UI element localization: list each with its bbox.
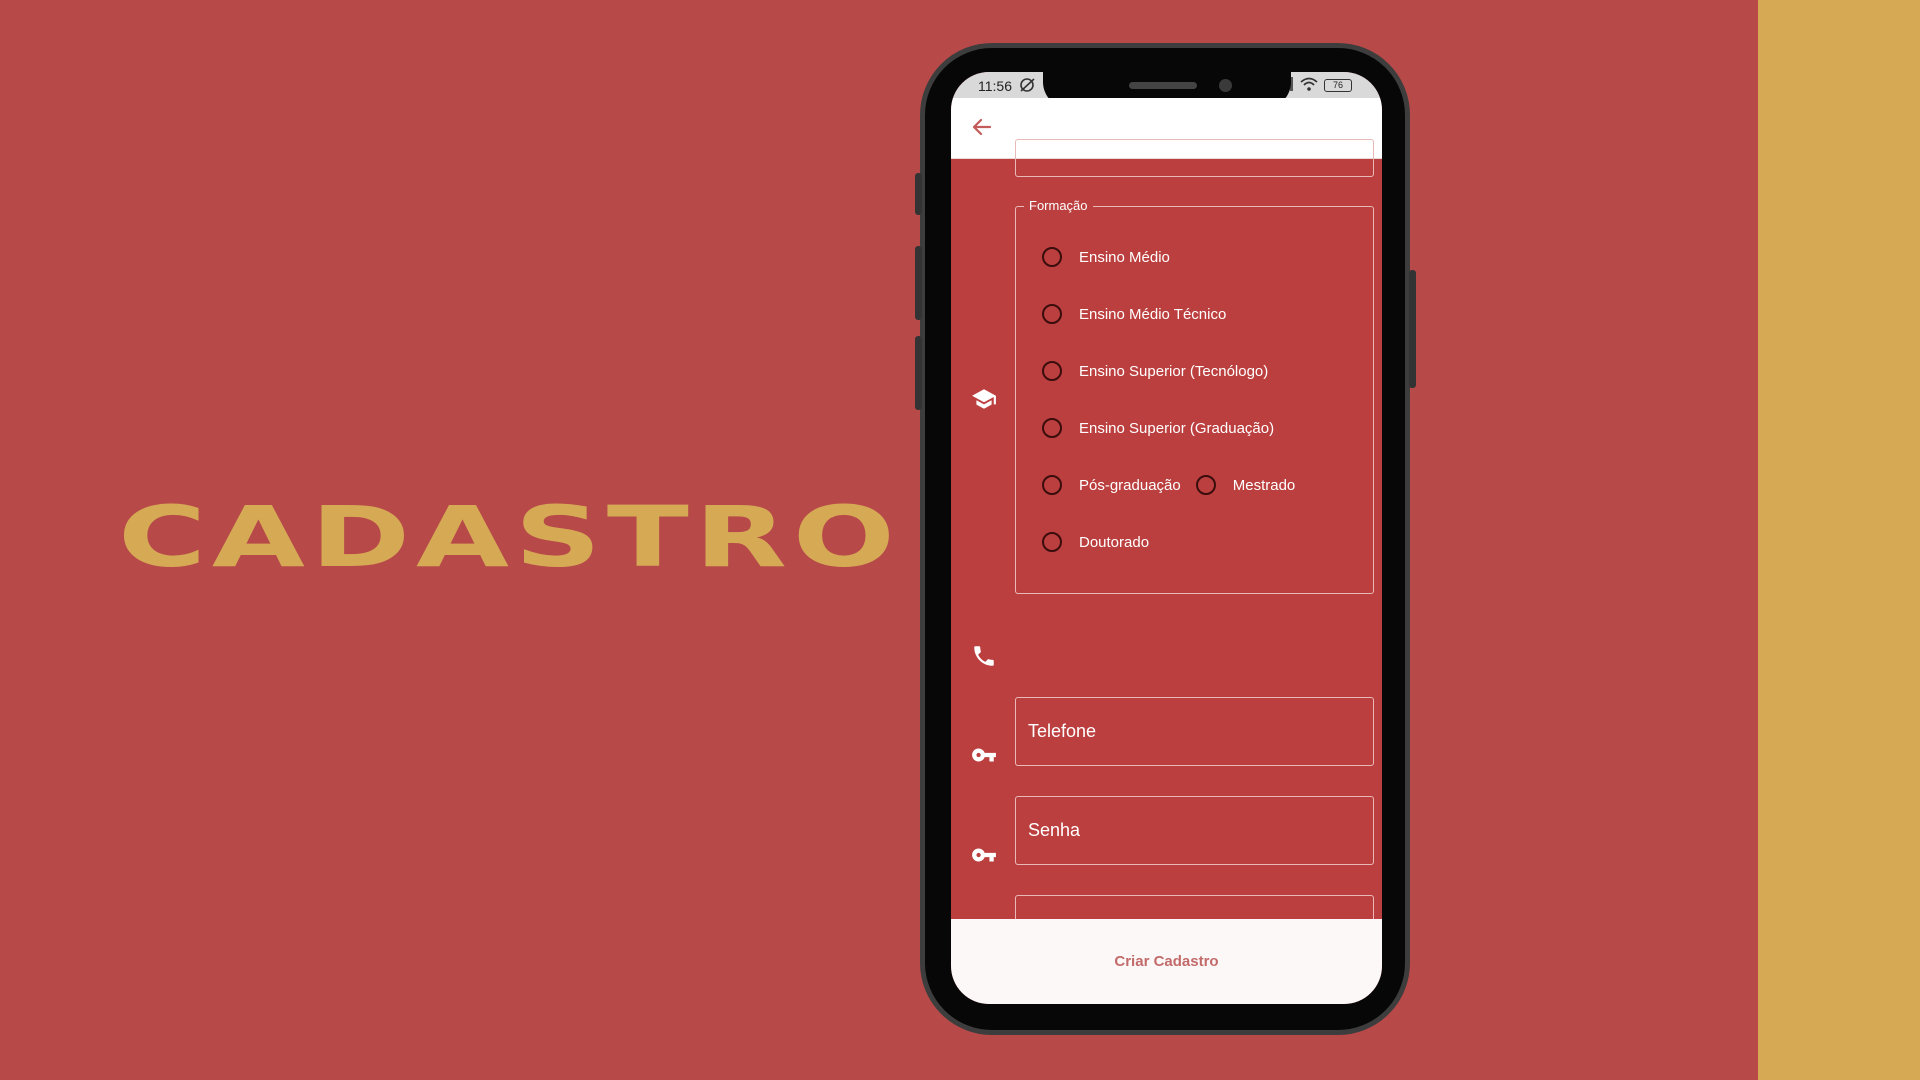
slide-headline: CADASTRO <box>118 488 901 586</box>
phone-volume-up-button <box>915 246 922 320</box>
arrow-back-icon[interactable] <box>969 114 995 140</box>
formacao-legend: Formação <box>1024 198 1093 213</box>
status-time: 11:56 <box>978 78 1012 94</box>
phone-icon <box>971 643 997 669</box>
form-content: Formação Ensino Médio Ensino Médio Técni… <box>951 139 1382 964</box>
radio-button[interactable] <box>1042 475 1062 495</box>
do-not-disturb-icon <box>1019 77 1036 96</box>
bottom-bar: Criar Cadastro <box>951 919 1382 1004</box>
graduation-cap-icon <box>971 386 997 412</box>
camera <box>1219 79 1232 92</box>
formacao-group: Formação Ensino Médio Ensino Médio Técni… <box>1015 198 1374 594</box>
radio-option[interactable]: Ensino Superior (Tecnólogo) <box>1042 361 1268 381</box>
radio-option[interactable]: Doutorado <box>1042 532 1149 552</box>
phone-volume-down-button <box>915 336 922 410</box>
radio-option[interactable]: Pós-graduação <box>1042 475 1181 495</box>
create-account-button[interactable]: Criar Cadastro <box>951 919 1382 1004</box>
radio-label: Mestrado <box>1232 476 1296 494</box>
radio-option[interactable]: Ensino Médio Técnico <box>1042 304 1226 324</box>
radio-label: Ensino Superior (Tecnólogo) <box>1079 362 1269 380</box>
senha-field[interactable] <box>1015 796 1374 865</box>
radio-label: Ensino Médio Técnico <box>1079 305 1227 323</box>
wifi-icon <box>1300 77 1318 94</box>
radio-label: Pós-graduação <box>1079 476 1181 494</box>
accent-strip <box>1758 0 1920 1080</box>
speaker <box>1129 82 1197 89</box>
phone-side-button <box>915 173 922 215</box>
radio-option[interactable]: Mestrado <box>1195 475 1296 495</box>
radio-option[interactable]: Ensino Superior (Graduação) <box>1042 418 1274 438</box>
radio-button[interactable] <box>1042 304 1062 324</box>
phone-power-button <box>1409 270 1416 388</box>
radio-button[interactable] <box>1042 532 1062 552</box>
senha-input[interactable] <box>1016 797 1373 864</box>
telefone-field[interactable] <box>1015 697 1374 766</box>
battery-level: 76 <box>1332 80 1343 90</box>
previous-field[interactable] <box>1015 139 1374 177</box>
key-icon <box>971 842 997 868</box>
radio-button[interactable] <box>1042 247 1062 267</box>
key-icon <box>971 742 997 768</box>
radio-button[interactable] <box>1042 418 1062 438</box>
radio-option[interactable]: Ensino Médio <box>1042 247 1170 267</box>
radio-button[interactable] <box>1195 475 1216 495</box>
telefone-input[interactable] <box>1016 698 1373 765</box>
radio-label: Ensino Superior (Graduação) <box>1079 419 1275 437</box>
radio-button[interactable] <box>1042 361 1062 381</box>
radio-label: Ensino Médio <box>1079 248 1170 266</box>
radio-row-pos-mestrado: Pós-graduação Mestrado <box>1042 475 1295 495</box>
battery-icon: 76 <box>1324 79 1352 92</box>
phone-screen: 11:56 76 Formação Ensino Médio Ensino Mé… <box>951 72 1382 1004</box>
radio-label: Doutorado <box>1079 533 1150 551</box>
